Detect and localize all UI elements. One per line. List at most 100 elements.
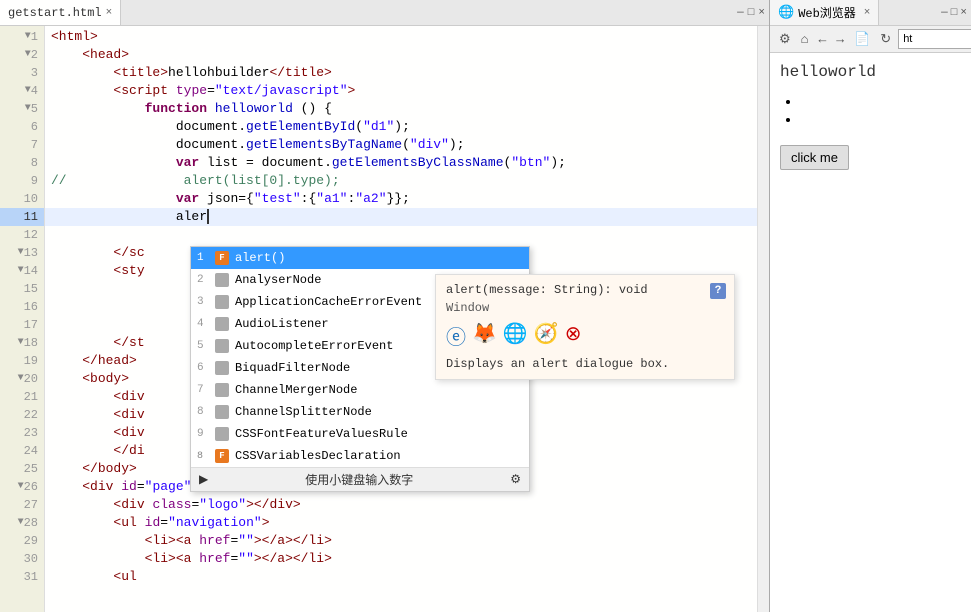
editor-window-controls: — □ × bbox=[733, 0, 769, 25]
line-num-22: 22 bbox=[0, 406, 44, 424]
autocomplete-item-10[interactable]: 8 F CSSVariablesDeclaration bbox=[191, 445, 529, 467]
autocomplete-item-num-5: 5 bbox=[197, 340, 209, 352]
autocomplete-label-10: CSSVariablesDeclaration bbox=[235, 449, 523, 463]
line-num-8: 8 bbox=[0, 154, 44, 172]
autocomplete-item-num-3: 3 bbox=[197, 296, 209, 308]
autocomplete-footer-text: 使用小键盘输入数字 bbox=[305, 471, 413, 488]
autocomplete-item-num-8: 8 bbox=[197, 406, 209, 418]
line-num-17: 17 bbox=[0, 316, 44, 334]
code-line-5: function helloworld () { bbox=[45, 100, 757, 118]
autocomplete-footer: ▶ 使用小键盘输入数字 ⚙ bbox=[191, 467, 529, 491]
code-content[interactable]: <html> <head> <title>hellohbuilder</titl… bbox=[45, 26, 757, 612]
line-num-31: 31 bbox=[0, 568, 44, 586]
browser-home-btn[interactable]: ⌂ bbox=[798, 31, 812, 48]
line-num-25: 25 bbox=[0, 460, 44, 478]
editor-tab-close-icon[interactable]: × bbox=[106, 7, 113, 19]
browser-page-btn[interactable]: 📄 bbox=[851, 31, 873, 48]
browser-forward-btn[interactable]: → bbox=[833, 31, 847, 48]
tooltip-window-label: Window bbox=[446, 301, 724, 315]
line-num-15: 15 bbox=[0, 280, 44, 298]
code-line-7: document.getElementsByTagName("div"); bbox=[45, 136, 757, 154]
browser-icon-firefox: 🦊 bbox=[472, 321, 497, 351]
browser-tab-space bbox=[879, 0, 937, 25]
line-num-20: ▼20 bbox=[0, 370, 44, 388]
editor-tab-getstart[interactable]: getstart.html × bbox=[0, 0, 121, 25]
code-line-27: <div class="logo"></div> bbox=[45, 496, 757, 514]
browser-page-title: helloworld bbox=[780, 63, 961, 81]
browser-window-controls: — □ × bbox=[937, 0, 971, 25]
browser-list-item-2 bbox=[800, 111, 961, 129]
line-num-4: ▼ 4 bbox=[0, 82, 44, 100]
line-num-29: 29 bbox=[0, 532, 44, 550]
browser-refresh-btn[interactable]: ↻ bbox=[877, 31, 894, 48]
autocomplete-item-num-9: 9 bbox=[197, 428, 209, 440]
autocomplete-icon-o-4 bbox=[215, 317, 229, 331]
browser-tab-close-icon[interactable]: × bbox=[864, 7, 871, 19]
line-num-11: 11 bbox=[0, 208, 44, 226]
line-num-24: 24 bbox=[0, 442, 44, 460]
browser-back-btn[interactable]: ← bbox=[815, 31, 829, 48]
editor-scrollbar[interactable] bbox=[757, 26, 769, 612]
autocomplete-icon-f-10: F bbox=[215, 449, 229, 463]
autocomplete-item-num-1: 1 bbox=[197, 252, 209, 264]
browser-minimize-btn[interactable]: — bbox=[941, 7, 948, 19]
browser-address-bar[interactable] bbox=[898, 29, 971, 49]
browser-icon-safari: 🧭 bbox=[534, 321, 559, 351]
editor-minimize-btn[interactable]: — bbox=[737, 7, 744, 19]
code-line-28: <ul id="navigation"> bbox=[45, 514, 757, 532]
tooltip-panel: ? alert(message: String): void Window ⓔ … bbox=[435, 274, 735, 380]
autocomplete-label-1: alert() bbox=[235, 251, 523, 265]
line-num-13: ▼13 bbox=[0, 244, 44, 262]
code-line-3: <title>hellohbuilder</title> bbox=[45, 64, 757, 82]
line-num-21: 21 bbox=[0, 388, 44, 406]
browser-tab-label: Web浏览器 bbox=[798, 4, 856, 21]
editor-panel: getstart.html × — □ × ▼ 1 ▼ 2 3 ▼ 4 ▼ 5 … bbox=[0, 0, 770, 612]
autocomplete-item-num-2: 2 bbox=[197, 274, 209, 286]
autocomplete-icon-o-5 bbox=[215, 339, 229, 353]
line-num-19: 19 bbox=[0, 352, 44, 370]
autocomplete-icon-o-9 bbox=[215, 427, 229, 441]
browser-settings-btn[interactable]: ⚙ bbox=[776, 31, 794, 48]
editor-maximize-btn[interactable]: □ bbox=[748, 7, 755, 19]
code-line-29: <li><a href=""></a></li> bbox=[45, 532, 757, 550]
line-numbers: ▼ 1 ▼ 2 3 ▼ 4 ▼ 5 6 7 8 9 10 11 12 ▼13 ▼… bbox=[0, 26, 45, 612]
browser-close-btn[interactable]: × bbox=[960, 7, 967, 19]
autocomplete-item-7[interactable]: 7 ChannelMergerNode bbox=[191, 379, 529, 401]
autocomplete-icon-o-2 bbox=[215, 273, 229, 287]
browser-tab-bar: 🌐 Web浏览器 × — □ × bbox=[770, 0, 971, 26]
editor-tab-bar: getstart.html × — □ × bbox=[0, 0, 769, 26]
code-line-8: var list = document.getElementsByClassNa… bbox=[45, 154, 757, 172]
code-line-11: aler bbox=[45, 208, 757, 226]
line-num-10: 10 bbox=[0, 190, 44, 208]
browser-toolbar: ⚙ ⌂ ← → 📄 ↻ bbox=[770, 26, 971, 53]
autocomplete-settings-icon[interactable]: ⚙ bbox=[510, 472, 521, 487]
autocomplete-item-num-10: 8 bbox=[197, 451, 209, 462]
autocomplete-item-1[interactable]: 1 F alert() bbox=[191, 247, 529, 269]
autocomplete-item-8[interactable]: 8 ChannelSplitterNode bbox=[191, 401, 529, 423]
code-line-2: <head> bbox=[45, 46, 757, 64]
browser-tab-web[interactable]: 🌐 Web浏览器 × bbox=[770, 0, 879, 25]
line-num-7: 7 bbox=[0, 136, 44, 154]
browser-maximize-btn[interactable]: □ bbox=[951, 7, 958, 19]
line-num-27: 27 bbox=[0, 496, 44, 514]
editor-close-btn[interactable]: × bbox=[758, 7, 765, 19]
autocomplete-item-num-4: 4 bbox=[197, 318, 209, 330]
tooltip-help-icon[interactable]: ? bbox=[710, 283, 726, 299]
code-line-9: // alert(list[0].type); bbox=[45, 172, 757, 190]
code-line-10: var json={"test":{"a1":"a2"}}; bbox=[45, 190, 757, 208]
editor-tab-bar-space bbox=[121, 0, 733, 25]
line-num-2: ▼ 2 bbox=[0, 46, 44, 64]
autocomplete-label-8: ChannelSplitterNode bbox=[235, 405, 523, 419]
code-line-6: document.getElementById("d1"); bbox=[45, 118, 757, 136]
line-num-26: ▼26 bbox=[0, 478, 44, 496]
line-num-23: 23 bbox=[0, 424, 44, 442]
autocomplete-item-9[interactable]: 9 CSSFontFeatureValuesRule bbox=[191, 423, 529, 445]
code-line-30: <li><a href=""></a></li> bbox=[45, 550, 757, 568]
click-me-button[interactable]: click me bbox=[780, 145, 849, 170]
browser-content: helloworld click me bbox=[770, 53, 971, 612]
autocomplete-icon-o-6 bbox=[215, 361, 229, 375]
tooltip-browsers: ⓔ 🦊 🌐 🧭 ⊗ bbox=[446, 321, 724, 351]
code-area: ▼ 1 ▼ 2 3 ▼ 4 ▼ 5 6 7 8 9 10 11 12 ▼13 ▼… bbox=[0, 26, 769, 612]
line-num-16: 16 bbox=[0, 298, 44, 316]
code-line-31: <ul bbox=[45, 568, 757, 586]
